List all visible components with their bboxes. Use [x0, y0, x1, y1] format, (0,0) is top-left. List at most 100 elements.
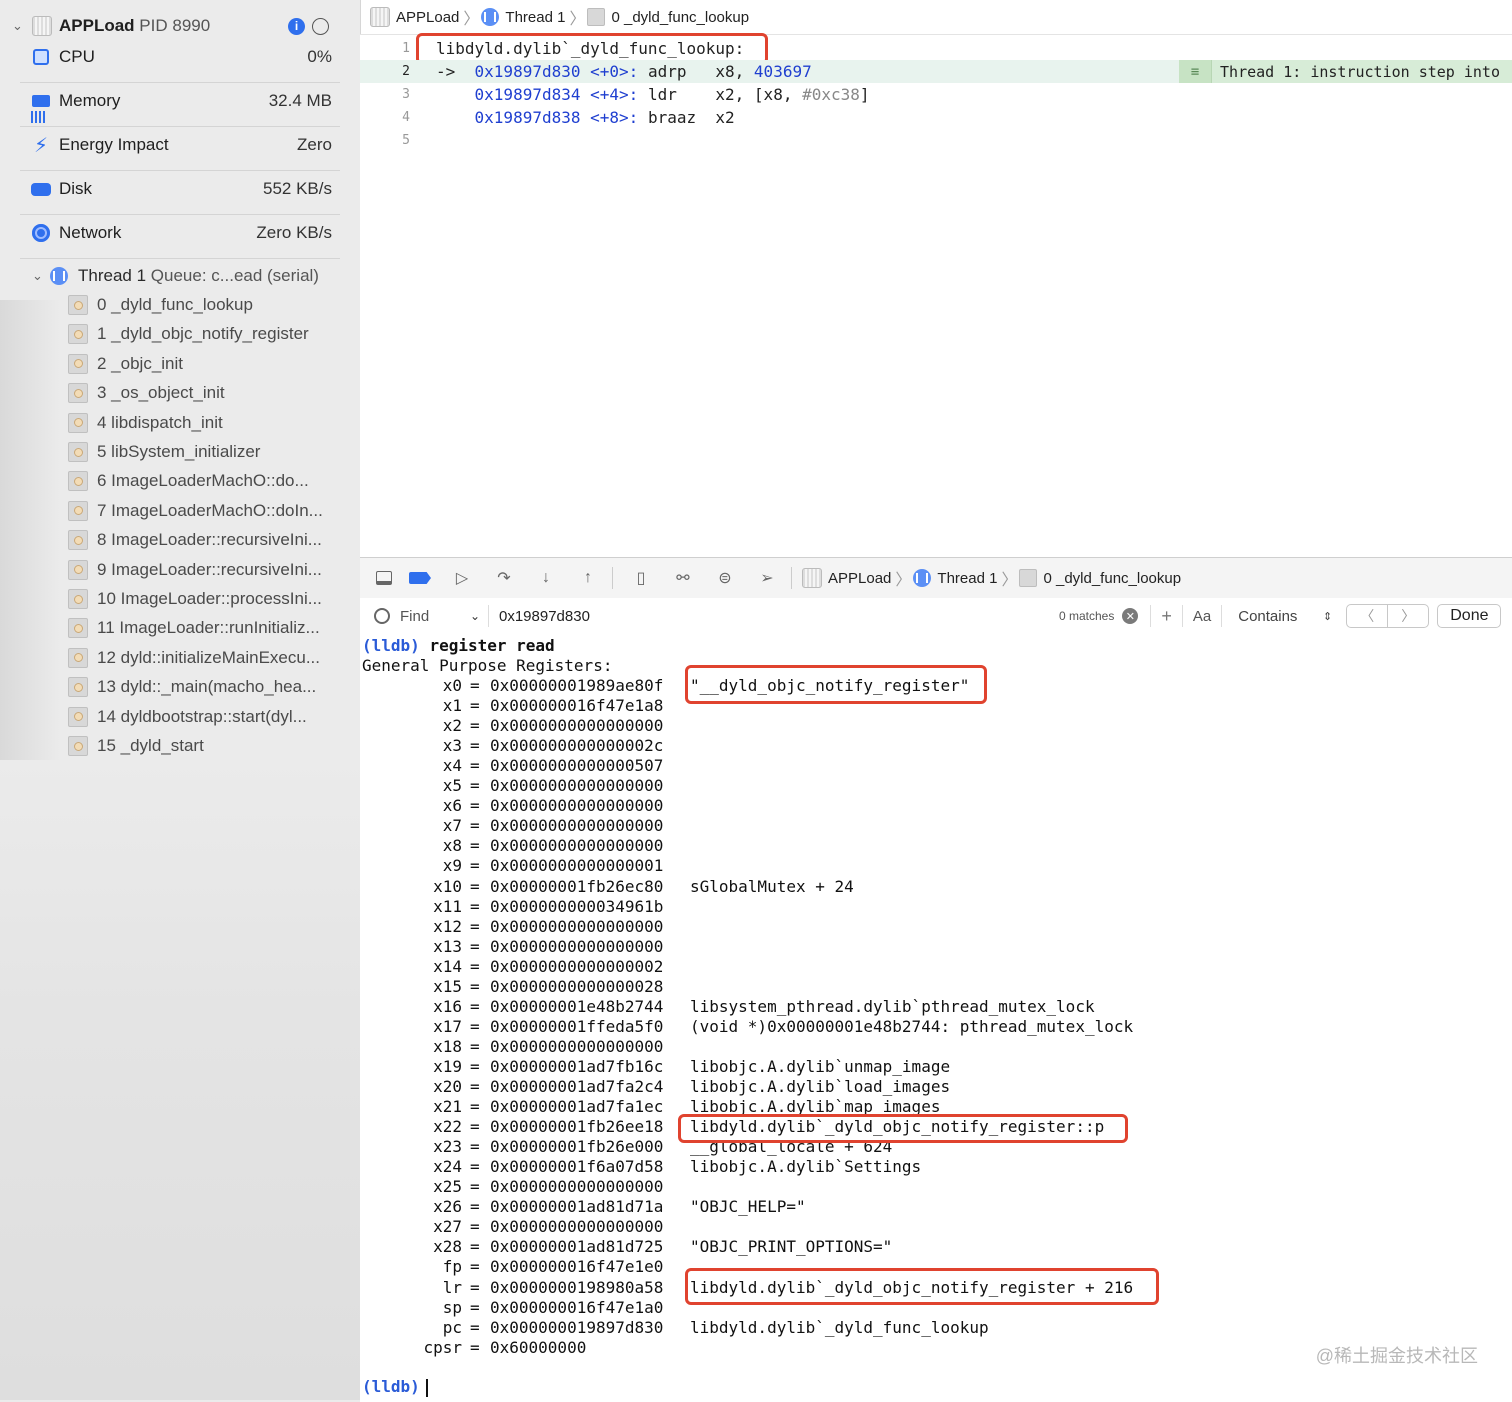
case-sensitive-toggle[interactable]: Aa	[1193, 608, 1211, 625]
register-row: x11 = 0x000000000034961b	[362, 897, 1502, 917]
equals-sign: =	[470, 816, 480, 836]
stack-frame-item[interactable]: 4 libdispatch_init	[68, 409, 348, 437]
input-line[interactable]: (lldb)	[362, 1377, 428, 1397]
list-lines-icon: ≡	[1179, 60, 1213, 83]
gauge-disk[interactable]: Disk 552 KB/s	[0, 171, 360, 207]
instruction-step-badge[interactable]: ≡ Thread 1: instruction step into	[1179, 60, 1512, 83]
breadcrumb-frame[interactable]: 0 _dyld_func_lookup	[587, 8, 749, 26]
stack-frame-label: 9 ImageLoader::recursiveIni...	[97, 559, 322, 579]
gauge-network[interactable]: Network Zero KB/s	[0, 215, 360, 251]
register-row: x27 = 0x0000000000000000	[362, 1217, 1502, 1237]
lldb-prompt: (lldb)	[362, 636, 420, 655]
disk-icon	[31, 179, 51, 199]
stack-frame-item[interactable]: 3 _os_object_init	[68, 379, 348, 407]
stack-frame-item[interactable]: 2 _objc_init	[68, 350, 348, 378]
frame-icon	[68, 500, 88, 521]
register-name: x6	[442, 796, 462, 816]
debug-breadcrumb-app[interactable]: APPLoad	[802, 568, 891, 588]
thread-filter-icon[interactable]	[312, 17, 329, 35]
equals-sign: =	[470, 1277, 480, 1297]
gauge-label: Energy Impact	[59, 135, 169, 154]
done-button[interactable]: Done	[1437, 604, 1502, 628]
lldb-console[interactable]: (lldb) register read General Purpose Reg…	[360, 634, 1512, 1402]
register-value: 0x00000001ffeda5f0	[490, 1016, 664, 1036]
register-name: x24	[433, 1157, 462, 1177]
highlight-box	[685, 665, 987, 704]
register-row: x12 = 0x0000000000000000	[362, 917, 1502, 937]
stack-frame-item[interactable]: 15 _dyld_start	[68, 732, 348, 760]
register-value: 0x0000000000000000	[490, 916, 664, 936]
stack-frame-item[interactable]: 8 ImageLoader::recursiveIni...	[68, 526, 348, 554]
register-value: 0x00000001fb26e000	[490, 1137, 664, 1157]
match-type-select[interactable]: Contains ⇕	[1238, 608, 1332, 625]
stack-frame-item[interactable]: 7 ImageLoaderMachO::doIn...	[68, 497, 348, 525]
add-pattern-icon[interactable]: +	[1161, 606, 1172, 627]
register-value: 0x000000016f47e1a0	[490, 1297, 664, 1317]
continue-icon[interactable]: ▷	[448, 566, 476, 590]
thread-row[interactable]: ⌄ Thread 1 Queue: c...ead (serial)	[0, 262, 360, 290]
stack-frame-label: 14 dyldbootstrap::start(dyl...	[97, 706, 307, 726]
thread-queue: Queue: c...ead (serial)	[150, 266, 319, 285]
gauge-value: Zero KB/s	[256, 223, 332, 242]
stack-frame-item[interactable]: 14 dyldbootstrap::start(dyl...	[68, 703, 348, 731]
disclosure-chevron-icon[interactable]: ⌄	[12, 18, 23, 34]
info-icon[interactable]: i	[288, 17, 305, 35]
register-value: 0x0000000000000000	[490, 936, 664, 956]
equals-sign: =	[470, 1077, 480, 1096]
stack-frame-item[interactable]: 0 _dyld_func_lookup	[68, 291, 348, 319]
stack-frame-item[interactable]: 9 ImageLoader::recursiveIni...	[68, 556, 348, 584]
register-value: 0x0000000000000028	[490, 976, 664, 996]
frame-icon	[68, 706, 88, 727]
stack-frame-item[interactable]: 1 _dyld_objc_notify_register	[68, 320, 348, 348]
equals-sign: =	[470, 1237, 480, 1257]
step-out-icon[interactable]: ↑	[574, 566, 602, 590]
find-query-input[interactable]: 0x19897d830	[499, 608, 1059, 625]
gauge-cpu[interactable]: CPU 0%	[0, 39, 360, 75]
stack-frame-item[interactable]: 5 libSystem_initializer	[68, 438, 348, 466]
register-name: x10	[433, 876, 462, 896]
stack-frame-item[interactable]: 12 dyld::initializeMainExecu...	[68, 644, 348, 672]
register-value: 0x00000001f6a07d58	[490, 1157, 664, 1177]
thread-disclosure-icon[interactable]: ⌄	[32, 268, 43, 284]
equals-sign: =	[470, 976, 480, 996]
debug-breadcrumb-frame[interactable]: 0 _dyld_func_lookup	[1019, 569, 1181, 587]
equals-sign: =	[470, 1137, 480, 1157]
stack-frame-item[interactable]: 13 dyld::_main(macho_hea...	[68, 673, 348, 701]
instruction-text: 0x19897d834 <+4>: ldr x2, [x8, #0xc38]	[474, 85, 870, 104]
register-name: x17	[433, 1016, 462, 1036]
step-over-icon[interactable]: ↷	[490, 566, 518, 590]
environment-overrides-icon[interactable]: ⊜	[711, 566, 739, 590]
register-name: x23	[433, 1137, 462, 1157]
register-name: x28	[433, 1237, 462, 1257]
breakpoints-toggle-icon[interactable]	[406, 566, 434, 590]
equals-sign: =	[470, 996, 480, 1016]
breadcrumb-thread[interactable]: Thread 1	[481, 8, 565, 26]
clear-search-icon[interactable]: ✕	[1122, 608, 1139, 624]
frame-icon	[68, 677, 88, 698]
gauge-label: Network	[59, 223, 122, 242]
equals-sign: =	[470, 956, 480, 976]
step-into-icon[interactable]: ↓	[532, 566, 560, 590]
stack-frame-item[interactable]: 10 ImageLoader::processIni...	[68, 585, 348, 613]
register-name: x9	[442, 856, 462, 876]
debug-breadcrumb-thread[interactable]: Thread 1	[913, 569, 997, 587]
disassembly-editor[interactable]: 1 libdyld.dylib`_dyld_func_lookup: 2 -> …	[360, 33, 1512, 557]
stack-frame-item[interactable]: 6 ImageLoaderMachO::do...	[68, 467, 348, 495]
gauge-energy[interactable]: ⚡ Energy Impact Zero	[0, 127, 360, 163]
register-value: 0x00000001ad7fa2c4	[490, 1077, 664, 1096]
stack-frame-item[interactable]: 11 ImageLoader::runInitializ...	[68, 614, 348, 642]
register-row: x25 = 0x0000000000000000	[362, 1177, 1502, 1197]
find-mode-select[interactable]: Find ⌄	[400, 608, 488, 625]
next-match-icon[interactable]: 〉	[1387, 605, 1428, 627]
simulate-location-icon[interactable]: ➢	[753, 566, 781, 590]
view-hierarchy-icon[interactable]: ▯	[627, 566, 655, 590]
hide-debug-area-icon[interactable]	[370, 566, 398, 590]
register-value: 0x0000000000000000	[490, 796, 664, 816]
register-value: 0x00000001ad7fb16c	[490, 1056, 664, 1076]
gauge-value: 0%	[307, 47, 332, 66]
gauge-memory[interactable]: Memory 32.4 MB	[0, 83, 360, 123]
lldb-command: register read	[429, 636, 555, 655]
previous-match-icon[interactable]: 〈	[1347, 605, 1387, 627]
memory-graph-icon[interactable]: ⚯	[669, 566, 697, 590]
breadcrumb-app[interactable]: APPLoad	[370, 7, 459, 27]
